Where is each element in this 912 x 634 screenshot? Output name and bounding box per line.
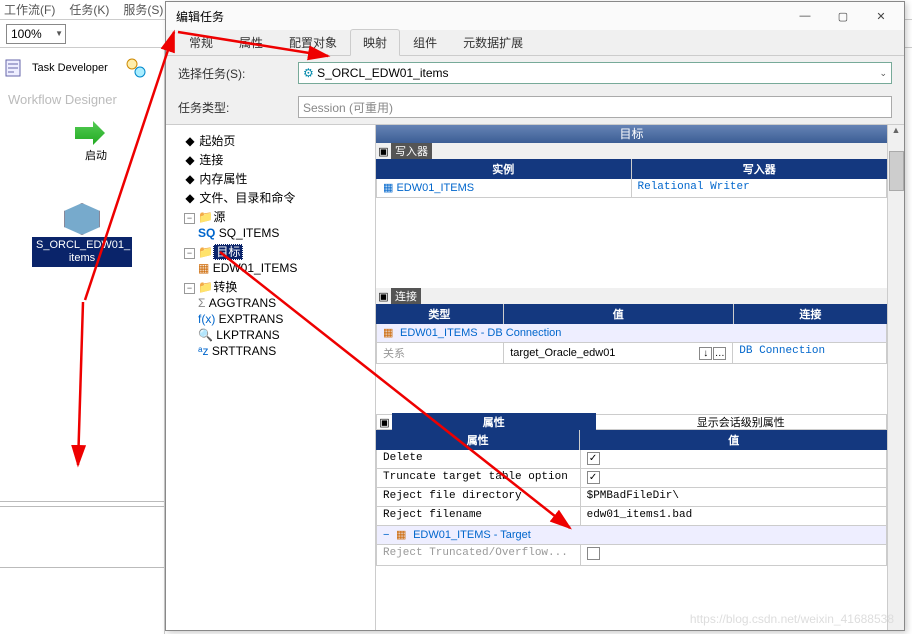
- collapse-icon[interactable]: ▣: [377, 416, 392, 429]
- writer-header: 实例 写入器: [376, 159, 887, 179]
- scroll-up-icon[interactable]: ▲: [888, 125, 904, 135]
- connection-group-row: ▦ EDW01_ITEMS - DB Connection: [376, 324, 887, 343]
- separator: [0, 567, 164, 568]
- wf-designer-icon: [124, 56, 148, 80]
- menu-workflow[interactable]: 工作流(F): [4, 1, 55, 18]
- prop-group-row: − ▦ EDW01_ITEMS - Target: [376, 526, 887, 545]
- tree-memory[interactable]: ◆ 内存属性: [184, 169, 371, 188]
- tab-components[interactable]: 组件: [400, 29, 450, 56]
- truncate-checkbox[interactable]: ✓: [587, 471, 600, 484]
- start-node[interactable]: 启动: [20, 121, 144, 163]
- close-button[interactable]: ✕: [862, 2, 900, 30]
- tree-sq-items[interactable]: SQ SQ_ITEMS: [198, 225, 371, 241]
- zoom-select[interactable]: 100%▼: [6, 24, 66, 44]
- connection-header: 类型 值 连接: [376, 304, 887, 324]
- select-task-dropdown[interactable]: ⚙ S_ORCL_EDW01_items ⌄: [298, 62, 892, 84]
- left-panel: Task Developer Workflow Designer 启动 S_OR…: [0, 48, 165, 634]
- tree-transforms[interactable]: −📁 转换 Σ AGGTRANS f(x) EXPTRANS 🔍 LKPTRAN…: [184, 277, 371, 360]
- prop-row-reject-file[interactable]: Reject filename edw01_items1.bad: [376, 507, 887, 526]
- right-pane: 目标 ▣写入器 实例 写入器 ▦ EDW01_ITEMS Relational …: [376, 125, 904, 630]
- session-task-label: S_ORCL_EDW01_ items: [32, 237, 132, 267]
- properties-header-right: 显示会话级别属性: [596, 414, 886, 430]
- tree-lkptrans[interactable]: 🔍 LKPTRANS: [198, 327, 371, 343]
- workflow-canvas[interactable]: 启动 S_ORCL_EDW01_ items: [0, 111, 164, 471]
- tree-files[interactable]: ◆ 文件、目录和命令: [184, 188, 371, 207]
- task-type-value: Session (可重用): [298, 96, 892, 118]
- select-task-label: 选择任务(S):: [178, 65, 288, 82]
- menu-task[interactable]: 任务(K): [69, 1, 109, 18]
- browse-button[interactable]: …: [713, 347, 726, 360]
- collapse-icon[interactable]: ▣: [376, 145, 391, 158]
- tree-exptrans[interactable]: f(x) EXPTRANS: [198, 311, 371, 327]
- prop-row-reject-trunc[interactable]: Reject Truncated/Overflow...: [376, 545, 887, 566]
- chevron-down-icon: ▼: [55, 29, 65, 38]
- prop-row-delete[interactable]: Delete ✓: [376, 450, 887, 469]
- task-developer-button[interactable]: Task Developer: [0, 48, 164, 88]
- tab-general[interactable]: 常规: [176, 29, 226, 56]
- tab-properties[interactable]: 属性: [226, 29, 276, 56]
- prop-row-reject-dir[interactable]: Reject file directory $PMBadFileDir\: [376, 488, 887, 507]
- tree-edw01-items[interactable]: ▦ EDW01_ITEMS: [198, 260, 371, 276]
- scroll-thumb[interactable]: [889, 151, 904, 191]
- tree-targets[interactable]: −📁 目标 ▦ EDW01_ITEMS: [184, 242, 371, 277]
- tree-srttrans[interactable]: ᵃz SRTTRANS: [198, 343, 371, 359]
- maximize-button[interactable]: ▢: [824, 2, 862, 30]
- reject-trunc-checkbox[interactable]: [587, 547, 600, 560]
- tree-start-page[interactable]: ◆ 起始页: [184, 131, 371, 150]
- tab-config[interactable]: 配置对象: [276, 29, 350, 56]
- dialog-tabs: 常规 属性 配置对象 映射 组件 元数据扩展: [166, 30, 904, 56]
- start-arrow-icon: [75, 121, 105, 145]
- minimize-button[interactable]: —: [786, 2, 824, 30]
- writer-bar: 写入器: [391, 143, 432, 159]
- tree-sources[interactable]: −📁 源 SQ SQ_ITEMS: [184, 207, 371, 242]
- workflow-designer-label: Workflow Designer: [0, 88, 164, 111]
- writer-row[interactable]: ▦ EDW01_ITEMS Relational Writer: [376, 179, 887, 198]
- delete-checkbox[interactable]: ✓: [587, 452, 600, 465]
- vertical-scrollbar[interactable]: ▲: [887, 125, 904, 630]
- separator: [0, 501, 164, 502]
- session-task-node[interactable]: S_ORCL_EDW01_ items: [20, 203, 144, 267]
- tree-aggtrans[interactable]: Σ AGGTRANS: [198, 295, 371, 311]
- mapping-tree[interactable]: ◆ 起始页 ◆ 连接 ◆ 内存属性 ◆ 文件、目录和命令 −📁 源 SQ SQ_…: [166, 125, 376, 630]
- connection-bar: 连接: [391, 288, 421, 304]
- tree-connection[interactable]: ◆ 连接: [184, 150, 371, 169]
- chevron-down-icon: ⌄: [879, 68, 891, 79]
- prop-row-truncate[interactable]: Truncate target table option ✓: [376, 469, 887, 488]
- menu-services[interactable]: 服务(S): [123, 1, 163, 18]
- tab-metadata[interactable]: 元数据扩展: [450, 29, 536, 56]
- properties-header-left: 属性: [392, 413, 596, 431]
- connection-row[interactable]: 关系 target_Oracle_edw01 ↓ … DB Connection: [376, 343, 887, 364]
- session-task-icon: [64, 203, 100, 235]
- dialog-title: 编辑任务: [170, 8, 224, 25]
- collapse-icon[interactable]: ▣: [376, 290, 391, 303]
- properties-columns: 属性 值: [376, 430, 887, 450]
- separator: [0, 506, 164, 507]
- tab-mapping[interactable]: 映射: [350, 29, 400, 56]
- target-header: 目标: [376, 125, 887, 143]
- task-developer-icon: [4, 56, 28, 80]
- dialog-titlebar[interactable]: 编辑任务 — ▢ ✕: [166, 2, 904, 30]
- down-arrow-button[interactable]: ↓: [699, 347, 712, 360]
- task-type-label: 任务类型:: [178, 99, 288, 116]
- edit-task-dialog: 编辑任务 — ▢ ✕ 常规 属性 配置对象 映射 组件 元数据扩展 选择任务(S…: [165, 1, 905, 631]
